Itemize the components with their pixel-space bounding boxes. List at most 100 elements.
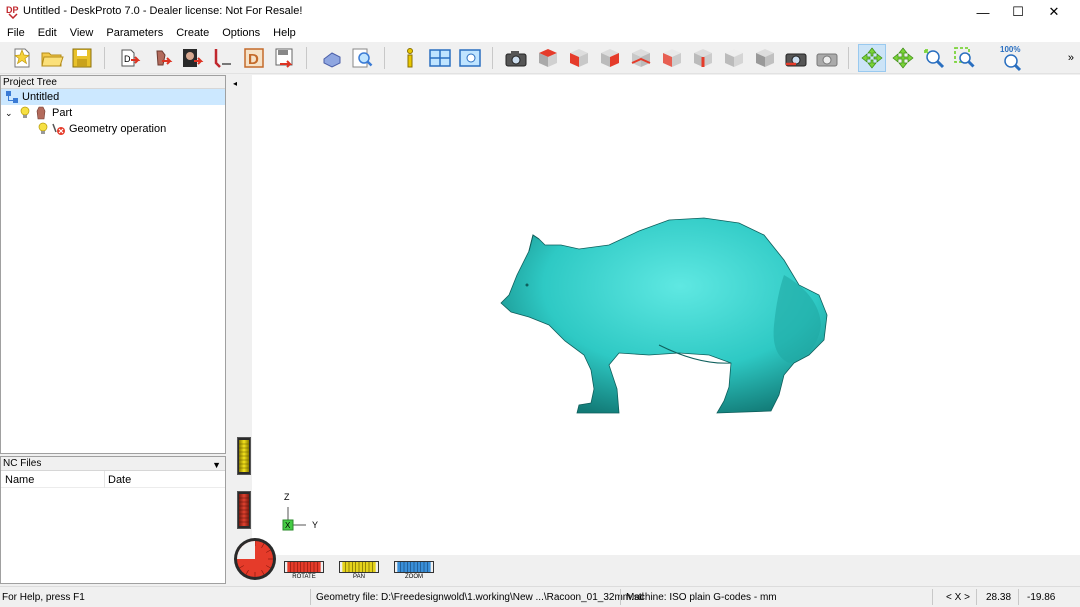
camera-red-button[interactable] bbox=[782, 44, 810, 72]
tree-item-untitled[interactable]: Untitled bbox=[1, 89, 225, 105]
chevron-down-icon[interactable]: ⌄ bbox=[5, 108, 17, 119]
pan-mode-button[interactable] bbox=[889, 44, 917, 72]
rotate-slider[interactable] bbox=[237, 491, 251, 529]
nc-files-title: NC Files bbox=[3, 458, 42, 469]
menu-help[interactable]: Help bbox=[266, 24, 302, 42]
view-front-button[interactable] bbox=[565, 44, 593, 72]
camera-gray-button[interactable] bbox=[813, 44, 841, 72]
minimize-button[interactable]: — bbox=[965, 0, 1001, 24]
rotate-mode-button[interactable] bbox=[858, 44, 886, 72]
dropdown-arrow-icon[interactable]: ▼ bbox=[212, 458, 221, 472]
part-import-icon bbox=[156, 50, 173, 66]
bitmap-icon bbox=[183, 49, 204, 67]
lightbulb-icon[interactable] bbox=[35, 121, 51, 137]
minimize-icon: — bbox=[976, 4, 990, 20]
view-back-button[interactable] bbox=[627, 44, 655, 72]
menu-options[interactable]: Options bbox=[215, 24, 266, 42]
eraser-icon bbox=[323, 52, 341, 68]
deskproto-d-button[interactable]: D bbox=[240, 44, 268, 72]
zoom-window-icon bbox=[954, 47, 975, 68]
3d-viewport[interactable]: ◂ ROTATE PAN ZOOM X Z Y bbox=[229, 75, 1080, 585]
zoom-mode-button[interactable] bbox=[920, 44, 948, 72]
save-button[interactable] bbox=[68, 44, 96, 72]
view-magnifier-icon bbox=[459, 49, 481, 67]
collapse-panel-icon[interactable]: ◂ bbox=[233, 79, 237, 88]
status-help: For Help, press F1 bbox=[2, 592, 85, 603]
camera-icon bbox=[505, 51, 527, 67]
rotate-control-bar[interactable] bbox=[284, 561, 324, 573]
tree-item-label: Part bbox=[52, 107, 73, 119]
new-file-icon bbox=[14, 48, 30, 68]
new-project-button[interactable] bbox=[8, 44, 36, 72]
info-button[interactable] bbox=[396, 44, 424, 72]
title-bar: DP Untitled - DeskProto 7.0 - Dealer lic… bbox=[0, 0, 1080, 24]
cube-front-red-icon bbox=[570, 49, 588, 67]
export-button[interactable] bbox=[270, 44, 298, 72]
tree-item-label: Geometry operation bbox=[69, 123, 167, 135]
d-letter-icon: D bbox=[244, 48, 264, 68]
magnifier-icon bbox=[352, 48, 373, 68]
zoom-100-icon: 100% bbox=[1000, 45, 1022, 72]
tree-item-label: Untitled bbox=[22, 91, 60, 103]
tree-item-part[interactable]: ⌄ Part bbox=[1, 105, 225, 121]
rotate-knob[interactable] bbox=[233, 537, 277, 581]
zoom-in-icon bbox=[924, 49, 945, 69]
nc-files-columns: Name Date bbox=[1, 471, 225, 488]
toolbar-overflow-button[interactable]: » bbox=[1068, 52, 1074, 64]
save-icon bbox=[72, 48, 92, 68]
pan-slider[interactable] bbox=[237, 437, 251, 475]
raccoon-3d-model[interactable] bbox=[499, 215, 829, 415]
cube-gray-icon bbox=[725, 49, 743, 67]
vector-import-button[interactable] bbox=[208, 44, 236, 72]
close-button[interactable]: ✕ bbox=[1036, 0, 1072, 24]
cube-bottom-red-icon bbox=[694, 49, 712, 67]
bitmap-import-button[interactable] bbox=[178, 44, 206, 72]
view-zoom-button[interactable] bbox=[456, 44, 484, 72]
menu-file[interactable]: File bbox=[0, 24, 31, 42]
app-logo-icon: DP bbox=[6, 5, 19, 19]
menu-parameters[interactable]: Parameters bbox=[99, 24, 169, 42]
part-icon bbox=[33, 105, 49, 121]
status-bar: For Help, press F1 Geometry file: D:\Fre… bbox=[0, 586, 1080, 607]
status-nav[interactable]: < X > bbox=[946, 592, 970, 603]
menu-view[interactable]: View bbox=[63, 24, 100, 42]
cube-top-red-icon bbox=[539, 49, 557, 67]
load-geometry-button[interactable]: D bbox=[116, 44, 144, 72]
menu-edit[interactable]: Edit bbox=[31, 24, 63, 42]
zoom-label: ZOOM bbox=[405, 574, 423, 580]
tree-item-geometry-operation[interactable]: Geometry operation bbox=[1, 121, 225, 137]
zoom-window-button[interactable] bbox=[951, 44, 979, 72]
zoom-100-button[interactable]: 100% bbox=[998, 44, 1026, 72]
axis-z-label: Z bbox=[284, 492, 290, 502]
svg-text:D: D bbox=[124, 54, 131, 64]
grid-view-icon bbox=[429, 49, 451, 67]
lightbulb-icon[interactable] bbox=[17, 105, 33, 121]
open-button[interactable] bbox=[38, 44, 66, 72]
view-iso-button[interactable] bbox=[534, 44, 562, 72]
view-right-button[interactable] bbox=[596, 44, 624, 72]
column-name[interactable]: Name bbox=[5, 474, 34, 486]
close-icon: ✕ bbox=[1048, 4, 1060, 19]
view-gray-cube2-button[interactable] bbox=[751, 44, 779, 72]
view-bottom-button[interactable] bbox=[689, 44, 717, 72]
view-gray-cube-button[interactable] bbox=[720, 44, 748, 72]
menu-create[interactable]: Create bbox=[169, 24, 215, 42]
rotate-arrows-icon bbox=[861, 47, 883, 69]
pan-label: PAN bbox=[353, 574, 365, 580]
multi-view-button[interactable] bbox=[426, 44, 454, 72]
maximize-button[interactable]: ☐ bbox=[1000, 0, 1036, 24]
app-window: DP Untitled - DeskProto 7.0 - Dealer lic… bbox=[0, 0, 1080, 607]
column-date[interactable]: Date bbox=[108, 474, 131, 486]
import-part-button[interactable] bbox=[148, 44, 176, 72]
nc-files-header[interactable]: NC Files ▼ bbox=[1, 457, 225, 471]
pan-control-bar[interactable] bbox=[339, 561, 379, 573]
search-preview-button[interactable] bbox=[348, 44, 376, 72]
camera-gray-icon bbox=[816, 53, 838, 67]
view-left-button[interactable] bbox=[658, 44, 686, 72]
svg-text:100%: 100% bbox=[1000, 45, 1020, 54]
rotate-label: ROTATE bbox=[292, 574, 316, 580]
camera-view-button[interactable] bbox=[502, 44, 530, 72]
cube-right-red-icon bbox=[601, 49, 619, 67]
erase-button[interactable] bbox=[318, 44, 346, 72]
zoom-control-bar[interactable] bbox=[394, 561, 434, 573]
